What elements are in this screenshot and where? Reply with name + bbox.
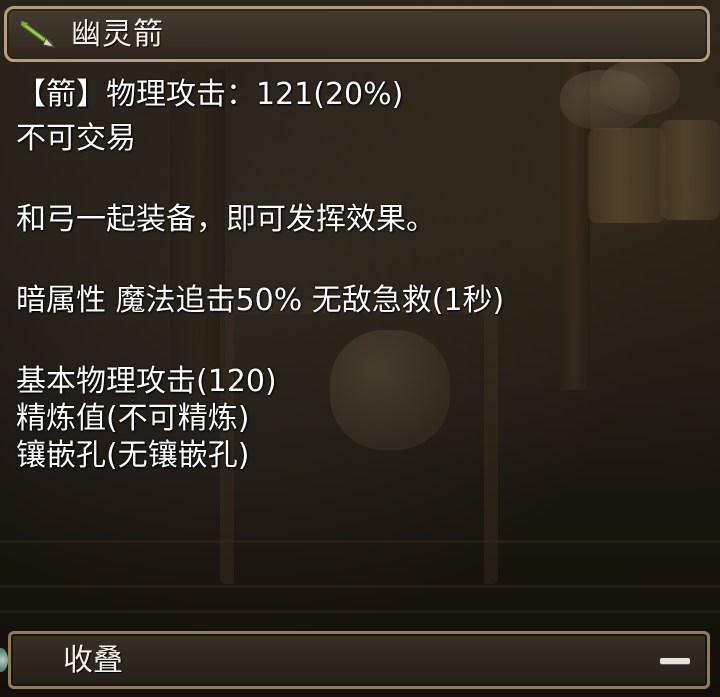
minus-icon (660, 658, 690, 664)
socket-line: 镶嵌孔(无镶嵌孔) (16, 438, 250, 473)
background-sack (600, 60, 680, 115)
collapse-label: 收叠 (63, 643, 123, 678)
background-barrel (588, 128, 666, 223)
background-floorboard (0, 610, 720, 613)
refine-line: 精炼值(不可精炼) (16, 401, 250, 436)
background-floorboard (0, 585, 720, 588)
tooltip-title-bar: 幽灵箭 (4, 6, 710, 62)
attribute-line: 暗属性 魔法追击50% 无敌急救(1秒) (16, 283, 505, 318)
arrow-icon (19, 19, 56, 49)
collapse-button[interactable] (655, 650, 695, 672)
attack-stat-line: 【箭】物理攻击：121(20%) (16, 77, 404, 112)
collapse-bar[interactable]: 收叠 (8, 631, 710, 689)
trade-restriction-line: 不可交易 (16, 121, 136, 156)
corner-gem-decoration (0, 648, 8, 672)
base-attack-line: 基本物理攻击(120) (16, 364, 277, 399)
item-tooltip-window: 幽灵箭 【箭】物理攻击：121(20%) 不可交易 和弓一起装备，即可发挥效果。… (0, 0, 720, 697)
background-barrel (660, 120, 720, 220)
equip-hint-line: 和弓一起装备，即可发挥效果。 (16, 202, 436, 237)
item-name: 幽灵箭 (71, 17, 164, 52)
background-floorboard (0, 540, 720, 543)
